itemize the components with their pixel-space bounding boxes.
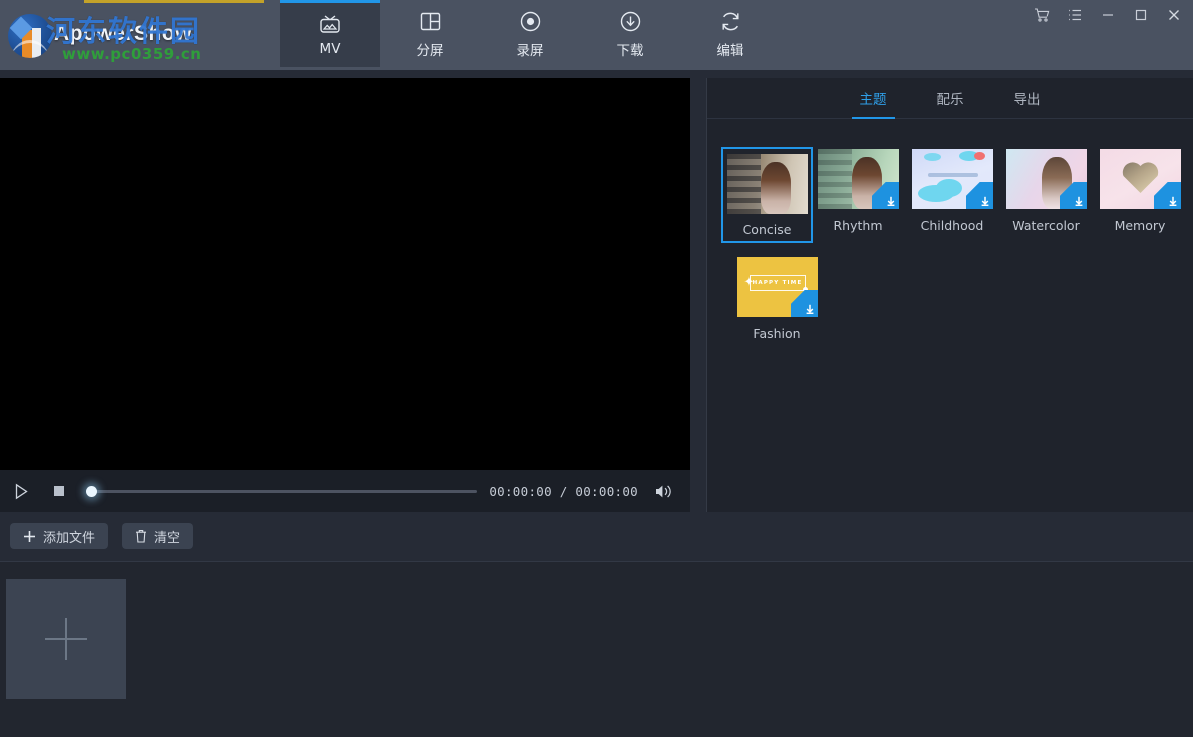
tab-edit[interactable]: 编辑 bbox=[680, 0, 780, 67]
close-icon[interactable] bbox=[1165, 6, 1183, 24]
menu-list-icon[interactable] bbox=[1066, 6, 1084, 24]
time-display: 00:00:00 / 00:00:00 bbox=[489, 483, 638, 499]
plus-icon bbox=[45, 618, 87, 660]
theme-thumbnail bbox=[911, 149, 993, 209]
download-badge-icon[interactable] bbox=[1059, 182, 1087, 209]
cart-icon[interactable] bbox=[1033, 6, 1051, 24]
brand-logo-area: ApowerShow 河东软件园 www.pc0359.cn bbox=[0, 0, 280, 70]
tab-theme[interactable]: 主题 bbox=[851, 78, 895, 119]
seek-handle[interactable] bbox=[86, 485, 97, 497]
tab-export[interactable]: 导出 bbox=[1006, 78, 1049, 119]
watermark-top-line bbox=[84, 0, 264, 3]
tab-split-screen-label: 分屏 bbox=[416, 43, 444, 59]
download-badge-icon[interactable] bbox=[965, 182, 993, 209]
tv-mv-icon bbox=[318, 10, 342, 36]
theme-label: Childhood bbox=[920, 218, 984, 233]
theme-label: Watercolor bbox=[1012, 218, 1080, 233]
tab-music-label: 配乐 bbox=[936, 92, 964, 108]
player-controls-bar: 00:00:00 / 00:00:00 bbox=[0, 470, 690, 512]
download-badge-icon[interactable] bbox=[1153, 182, 1181, 209]
app-window: ApowerShow 河东软件园 www.pc0359.cn MV 分屏 录屏 … bbox=[0, 0, 1193, 737]
plus-icon bbox=[23, 530, 36, 543]
tab-download[interactable]: 下载 bbox=[580, 0, 680, 67]
tab-split-screen[interactable]: 分屏 bbox=[380, 0, 480, 67]
tab-record-screen-label: 录屏 bbox=[516, 43, 544, 59]
theme-label: Concise bbox=[742, 222, 792, 237]
theme-item-concise[interactable]: Concise bbox=[721, 147, 813, 243]
right-side-panel: 主题 配乐 导出 Concise Rhythm Childhood Waterc… bbox=[706, 78, 1193, 512]
theme-item-watercolor[interactable]: Watercolor bbox=[999, 149, 1093, 241]
main-tab-bar: MV 分屏 录屏 下载 编辑 bbox=[280, 0, 780, 70]
record-screen-icon bbox=[519, 8, 542, 34]
video-preview-canvas[interactable] bbox=[0, 78, 690, 470]
seek-slider[interactable] bbox=[84, 483, 478, 499]
seek-track bbox=[92, 489, 478, 493]
maximize-icon[interactable] bbox=[1132, 6, 1150, 24]
tab-mv[interactable]: MV bbox=[280, 0, 380, 67]
clear-label: 清空 bbox=[154, 530, 181, 546]
app-logo-icon bbox=[8, 14, 52, 58]
media-action-bar: 添加文件 清空 bbox=[0, 512, 694, 560]
theme-thumbnail bbox=[726, 154, 808, 214]
split-screen-icon bbox=[419, 8, 442, 34]
tab-mv-label: MV bbox=[319, 41, 341, 57]
download-icon bbox=[619, 8, 642, 34]
brand-name: ApowerShow bbox=[54, 22, 193, 45]
theme-thumbnail bbox=[1005, 149, 1087, 209]
volume-icon[interactable] bbox=[650, 478, 676, 504]
theme-thumbnail: ✦ HAPPY TIME bbox=[736, 257, 818, 317]
tab-theme-label: 主题 bbox=[859, 92, 887, 108]
stop-button[interactable] bbox=[46, 478, 72, 504]
watermark-url: www.pc0359.cn bbox=[62, 45, 202, 63]
tab-export-label: 导出 bbox=[1013, 92, 1041, 108]
trash-icon bbox=[135, 529, 147, 543]
download-badge-icon[interactable] bbox=[871, 182, 899, 209]
add-file-label: 添加文件 bbox=[43, 530, 96, 546]
theme-item-rhythm[interactable]: Rhythm bbox=[811, 149, 905, 241]
tab-music[interactable]: 配乐 bbox=[929, 78, 972, 119]
tab-edit-label: 编辑 bbox=[716, 43, 744, 59]
theme-item-childhood[interactable]: Childhood bbox=[905, 149, 999, 241]
minimize-icon[interactable] bbox=[1099, 6, 1117, 24]
panel-tab-bar: 主题 配乐 导出 bbox=[707, 78, 1193, 119]
theme-label: Fashion bbox=[753, 326, 801, 341]
download-badge-icon[interactable] bbox=[790, 290, 818, 317]
window-controls bbox=[1033, 0, 1193, 30]
play-button[interactable] bbox=[8, 478, 34, 504]
theme-grid: Concise Rhythm Childhood Watercolor Memo… bbox=[707, 119, 1193, 357]
add-media-tile[interactable] bbox=[6, 579, 126, 699]
theme-label: Memory bbox=[1114, 218, 1166, 233]
theme-label: Rhythm bbox=[833, 218, 883, 233]
theme-item-memory[interactable]: Memory bbox=[1093, 149, 1187, 241]
add-file-button[interactable]: 添加文件 bbox=[10, 523, 109, 549]
titlebar: ApowerShow 河东软件园 www.pc0359.cn MV 分屏 录屏 … bbox=[0, 0, 1193, 70]
fashion-thumb-text: HAPPY TIME bbox=[752, 280, 803, 286]
theme-item-fashion[interactable]: ✦ HAPPY TIME Fashion bbox=[730, 257, 824, 341]
tab-download-label: 下载 bbox=[616, 43, 644, 59]
tab-record-screen[interactable]: 录屏 bbox=[480, 0, 580, 67]
clear-button[interactable]: 清空 bbox=[122, 523, 194, 549]
theme-thumbnail bbox=[817, 149, 899, 209]
edit-refresh-icon bbox=[719, 8, 742, 34]
media-timeline bbox=[0, 561, 1193, 737]
fashion-thumb-frame: HAPPY TIME bbox=[749, 275, 806, 291]
theme-thumbnail bbox=[1099, 149, 1181, 209]
